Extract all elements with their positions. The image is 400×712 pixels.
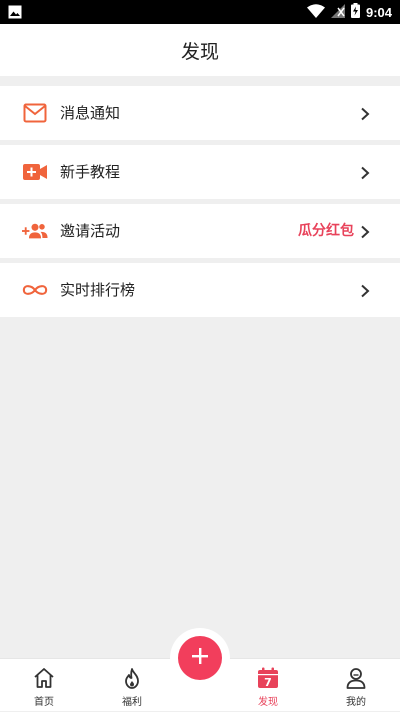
wifi-icon [306,3,325,22]
menu-item-label: 消息通知 [60,104,121,122]
tab-profile[interactable]: 我的 [316,659,396,712]
tab-welfare[interactable]: 福利 [92,659,172,712]
profile-icon [345,667,367,689]
menu-item-notifications[interactable]: 消息通知 [0,86,400,140]
tab-discover[interactable]: 7 发现 [228,659,308,712]
menu-item-label: 实时排行榜 [60,281,136,299]
add-button[interactable] [178,636,222,680]
tab-label: 福利 [122,697,142,708]
mail-icon [22,101,48,125]
chevron-right-icon [358,165,372,180]
chevron-right-icon [358,106,372,121]
video-add-icon [22,160,48,184]
flame-icon [121,667,143,689]
plus-icon [191,647,209,669]
header: 发现 [0,24,400,76]
menu-item-tutorial[interactable]: 新手教程 [0,145,400,199]
tab-home[interactable]: 首页 [4,659,84,712]
menu-item-invite[interactable]: 邀请活动 瓜分红包 [0,204,400,258]
infinity-icon [22,278,48,302]
menu-item-leaderboard[interactable]: 实时排行榜 [0,263,400,317]
signal-icon [330,3,345,22]
battery-icon [350,2,360,22]
add-users-icon [22,219,48,243]
menu-item-label: 新手教程 [60,163,121,181]
status-bar: 9:04 [0,0,400,24]
status-time: 9:04 [365,4,392,20]
home-icon [33,667,55,689]
image-icon [8,4,22,23]
chevron-right-icon [358,224,372,239]
menu-item-label: 邀请活动 [60,222,121,240]
page-title: 发现 [180,40,219,63]
tab-label: 首页 [34,697,54,708]
calendar-day-number: 7 [264,676,272,689]
tab-label: 我的 [346,697,366,708]
tab-label: 发现 [258,697,278,708]
promo-badge: 瓜分红包 [298,223,354,239]
chevron-right-icon [358,283,372,298]
